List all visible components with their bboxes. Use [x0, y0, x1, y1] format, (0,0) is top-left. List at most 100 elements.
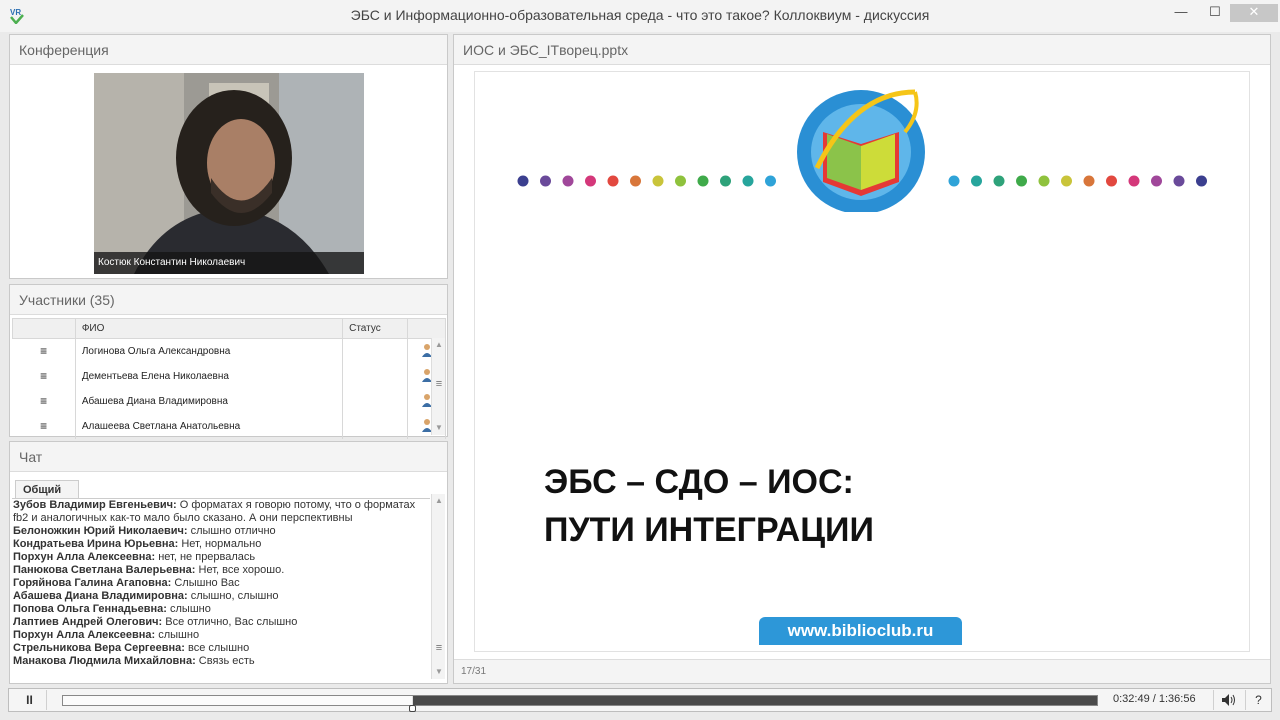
scroll-down-arrow-icon[interactable]: ▼ — [432, 665, 446, 679]
scroll-up-arrow-icon[interactable]: ▲ — [432, 338, 446, 352]
slide-decoration — [517, 89, 1207, 212]
chat-author: Абашева Диана Владимировна: — [13, 590, 188, 602]
name-column-header[interactable]: ФИО — [74, 318, 344, 339]
chat-text: все слышно — [184, 642, 250, 654]
drag-column-header — [12, 318, 76, 339]
chat-message: Кондратьева Ирина Юрьевна: Нет, нормальн… — [13, 538, 430, 551]
help-button[interactable]: ? — [1245, 690, 1271, 710]
drag-handle-icon[interactable]: ≡ — [12, 363, 76, 389]
chat-message: Абашева Диана Владимировна: слышно, слыш… — [13, 590, 430, 603]
slide-dot — [1038, 175, 1050, 187]
scroll-down-arrow-icon[interactable]: ▼ — [432, 421, 446, 435]
chat-panel: Чат Общий Зубов Владимир Евгеньевич: О ф… — [9, 441, 448, 684]
chat-text: слышно отлично — [187, 525, 276, 537]
slide-dot — [1061, 175, 1072, 187]
participant-name: Абашева Диана Владимировна — [75, 388, 344, 414]
participants-scrollbar[interactable]: ▲ ≡ ▼ — [431, 338, 445, 435]
participants-table: ФИО Статус ≡ Логинова Ольга Александровн… — [12, 318, 446, 439]
chat-text: нет, не прервалась — [155, 551, 256, 563]
table-row[interactable]: ≡ Абашева Диана Владимировна — [12, 388, 446, 414]
chat-author: Белоножкин Юрий Николаевич: — [13, 525, 188, 537]
slide-dot — [1151, 175, 1162, 187]
slide-dot — [1196, 175, 1207, 187]
chat-author: Лаптиев Андрей Олегович: — [13, 616, 163, 628]
drag-handle-icon[interactable]: ≡ — [12, 413, 76, 439]
conference-panel: Конференция Костюк Константин Николаевич — [9, 34, 448, 279]
scroll-grip-icon[interactable]: ≡ — [432, 642, 446, 654]
chat-message: Горяйнова Галина Агаповна: Слышно Вас — [13, 577, 430, 590]
slide-dot — [1128, 175, 1140, 187]
slide-dot — [1173, 175, 1185, 187]
status-column-header[interactable]: Статус — [342, 318, 409, 339]
seek-thumb[interactable] — [409, 705, 417, 712]
table-row[interactable]: ≡ Логинова Ольга Александровна — [12, 338, 446, 364]
table-row[interactable]: ≡ Дементьева Елена Николаевна — [12, 363, 446, 389]
slide-page-counter: 17/31 — [454, 659, 1270, 683]
chat-author: Порхун Алла Алексеевна: — [13, 629, 156, 641]
playback-bar: II 0:32:49 / 1:36:56 ? — [8, 688, 1272, 712]
participants-header-row: ФИО Статус — [12, 318, 446, 339]
scroll-up-arrow-icon[interactable]: ▲ — [432, 494, 446, 508]
chat-text: слышно — [155, 629, 200, 641]
chat-message: Попова Ольга Геннадьевна: слышно — [13, 603, 430, 616]
minimize-button[interactable]: — — [1164, 4, 1198, 22]
chat-message: Зубов Владимир Евгеньевич: О форматах я … — [13, 499, 430, 525]
slide-dot — [1016, 175, 1027, 187]
slide-title: ЭБС – СДО – ИОС: ПУТИ ИНТЕГРАЦИИ — [544, 458, 874, 554]
chat-message: Порхун Алла Алексеевна: нет, не прервала… — [13, 551, 430, 564]
chat-tab-general[interactable]: Общий — [15, 480, 79, 498]
participant-status — [342, 413, 409, 439]
chat-author: Стрельникова Вера Сергеевна: — [13, 642, 185, 654]
table-row[interactable]: ≡ Алашеева Светлана Анатольевна — [12, 413, 446, 439]
seek-bar-remaining — [412, 696, 1097, 705]
chat-text: Нет, все хорошо. — [195, 564, 285, 576]
chat-text: Связь есть — [195, 655, 255, 667]
chat-message: Порхун Алла Алексеевна: слышно — [13, 629, 430, 642]
participant-status — [342, 388, 409, 414]
slide-dot — [562, 175, 574, 187]
chat-message: Манакова Людмила Михайловна: Связь есть — [13, 655, 430, 668]
slide-dot — [540, 175, 551, 187]
close-button[interactable]: ✕ — [1230, 4, 1278, 22]
slide-dot — [765, 175, 776, 187]
drag-handle-icon[interactable]: ≡ — [12, 338, 76, 364]
slide-title-line1: ЭБС – СДО – ИОС: — [544, 463, 854, 501]
chat-author: Манакова Людмила Михайловна: — [13, 655, 196, 667]
chat-message: Панюкова Светлана Валерьевна: Нет, все х… — [13, 564, 430, 577]
speaker-video[interactable]: Костюк Константин Николаевич — [94, 73, 364, 274]
speaker-icon[interactable] — [1213, 690, 1243, 710]
slide-title-line2: ПУТИ ИНТЕГРАЦИИ — [544, 511, 874, 549]
chat-author: Панюкова Светлана Валерьевна: — [13, 564, 196, 576]
participant-name: Алашеева Светлана Анатольевна — [75, 413, 344, 439]
chat-scrollbar[interactable]: ▲ ≡ ▼ — [431, 494, 445, 679]
chat-messages: Зубов Владимир Евгеньевич: О форматах я … — [12, 498, 430, 689]
playback-time: 0:32:49 / 1:36:56 — [1113, 693, 1196, 705]
chat-message: Стрельникова Вера Сергеевна: все слышно — [13, 642, 430, 655]
slide-dot — [1106, 175, 1117, 187]
speaker-video-frame — [94, 73, 364, 274]
slide-dot — [652, 175, 664, 187]
scroll-grip-icon[interactable]: ≡ — [432, 378, 446, 390]
biblioclub-logo-icon — [797, 89, 925, 212]
chat-panel-title: Чат — [10, 442, 447, 472]
seek-bar-played — [63, 696, 413, 705]
slide-dot — [948, 175, 960, 187]
seek-bar[interactable] — [62, 695, 1098, 712]
pause-button[interactable]: II — [13, 690, 47, 710]
maximize-button[interactable]: ☐ — [1198, 4, 1232, 22]
participants-panel-title: Участники (35) — [10, 285, 447, 315]
participant-name: Дементьева Елена Николаевна — [75, 363, 344, 389]
slide-dot — [993, 175, 1005, 187]
site-link[interactable]: www.biblioclub.ru — [759, 617, 962, 645]
drag-handle-icon[interactable]: ≡ — [12, 388, 76, 414]
chat-author: Порхун Алла Алексеевна: — [13, 551, 156, 563]
chat-author: Горяйнова Галина Агаповна: — [13, 577, 172, 589]
role-column-header — [407, 318, 446, 339]
speaker-name-caption: Костюк Константин Николаевич — [94, 252, 364, 274]
slide-dot — [630, 175, 641, 187]
presentation-panel: ИОС и ЭБС_ITворец.pptx ЭБС – СДО – ИОС: … — [453, 34, 1271, 684]
chat-message: Лаптиев Андрей Олегович: Все отлично, Ва… — [13, 616, 430, 629]
slide-dot — [697, 175, 709, 187]
chat-text: Слышно Вас — [171, 577, 240, 589]
window-title-bar: VR ЭБС и Информационно-образовательная с… — [0, 0, 1280, 32]
